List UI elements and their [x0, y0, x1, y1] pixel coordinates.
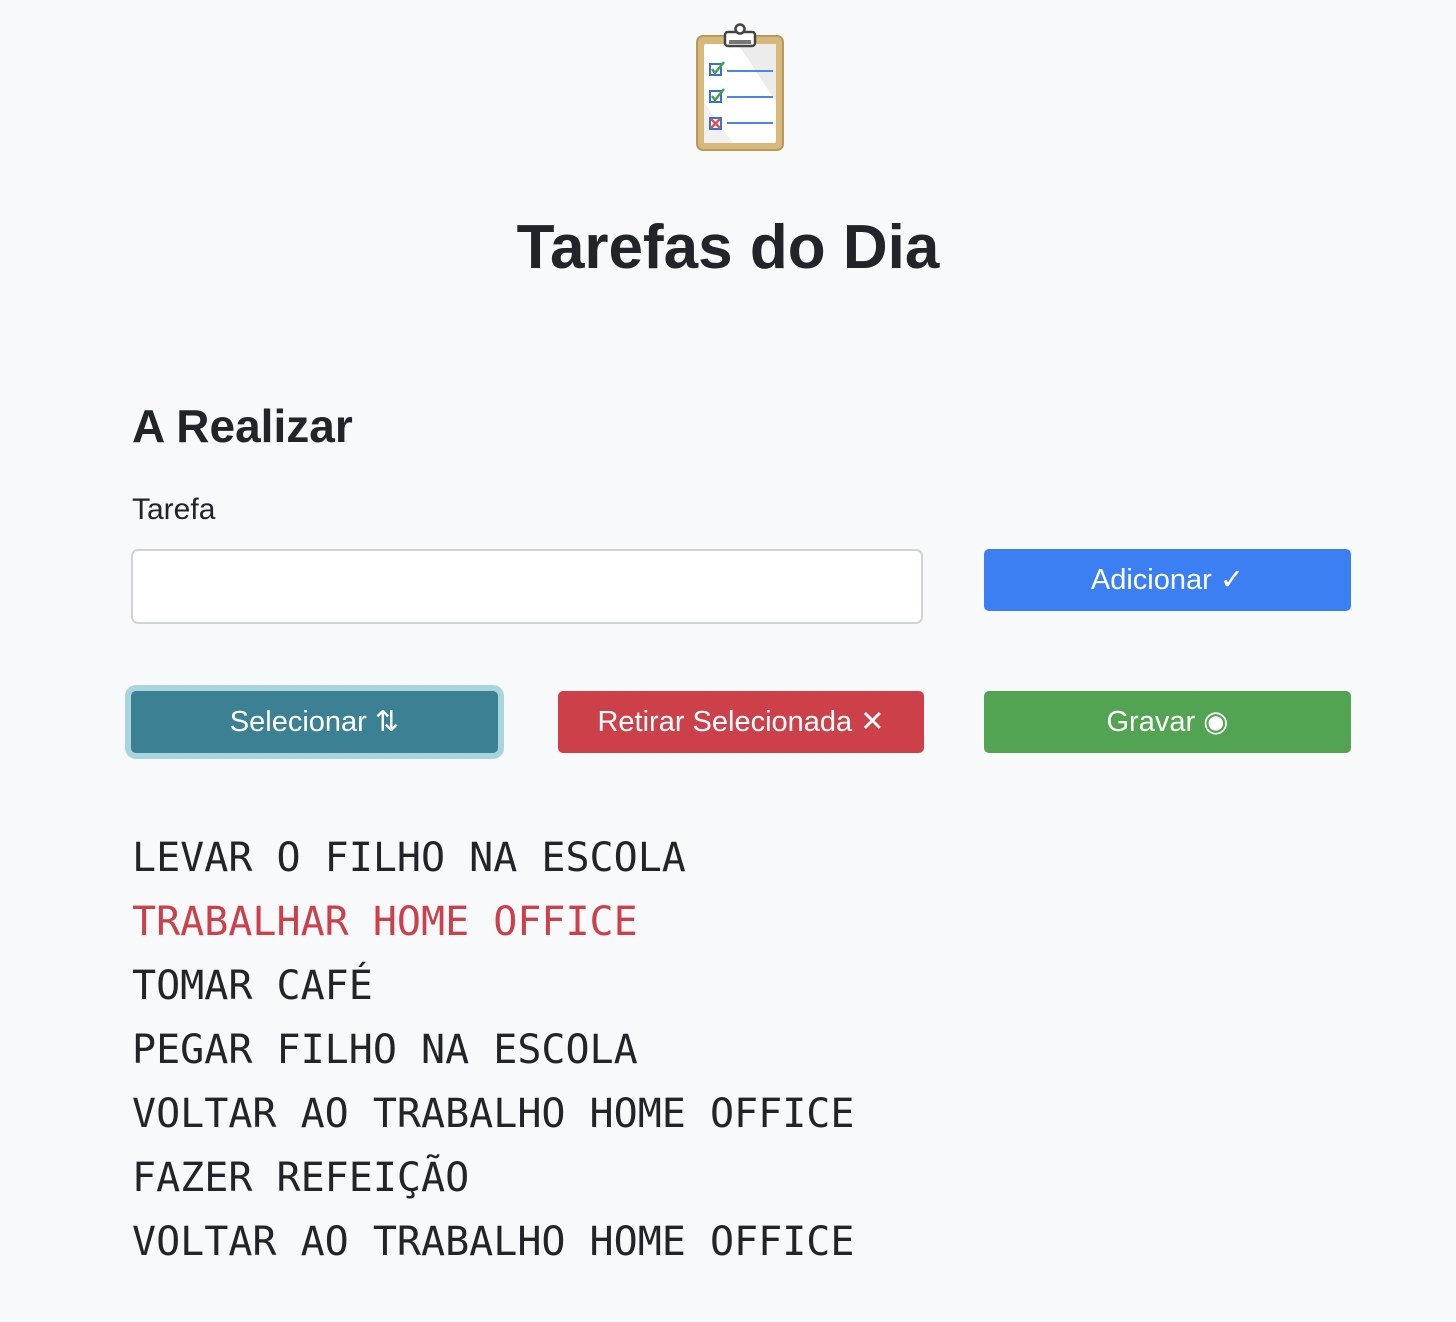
task-input[interactable]: [131, 549, 923, 624]
clipboard-checklist-icon: [693, 22, 789, 154]
remove-selected-button[interactable]: Retirar Selecionada ✕: [558, 691, 924, 753]
task-item[interactable]: TRABALHAR HOME OFFICE: [132, 890, 854, 954]
task-list: LEVAR O FILHO NA ESCOLA TRABALHAR HOME O…: [132, 826, 854, 1274]
task-field-label: Tarefa: [132, 493, 216, 526]
task-item[interactable]: VOLTAR AO TRABALHO HOME OFFICE: [132, 1210, 854, 1274]
section-title: A Realizar: [132, 400, 353, 452]
task-item[interactable]: TOMAR CAFÉ: [132, 954, 854, 1018]
task-item[interactable]: LEVAR O FILHO NA ESCOLA: [132, 826, 854, 890]
page-title: Tarefas do Dia: [516, 213, 940, 282]
task-item[interactable]: VOLTAR AO TRABALHO HOME OFFICE: [132, 1082, 854, 1146]
task-item[interactable]: PEGAR FILHO NA ESCOLA: [132, 1018, 854, 1082]
save-button[interactable]: Gravar ◉: [984, 691, 1351, 753]
select-button[interactable]: Selecionar ⇅: [131, 691, 498, 753]
add-button[interactable]: Adicionar ✓: [984, 549, 1351, 611]
task-item[interactable]: FAZER REFEIÇÃO: [132, 1146, 854, 1210]
page: Tarefas do Dia A Realizar Tarefa Adicion…: [0, 0, 1456, 1322]
